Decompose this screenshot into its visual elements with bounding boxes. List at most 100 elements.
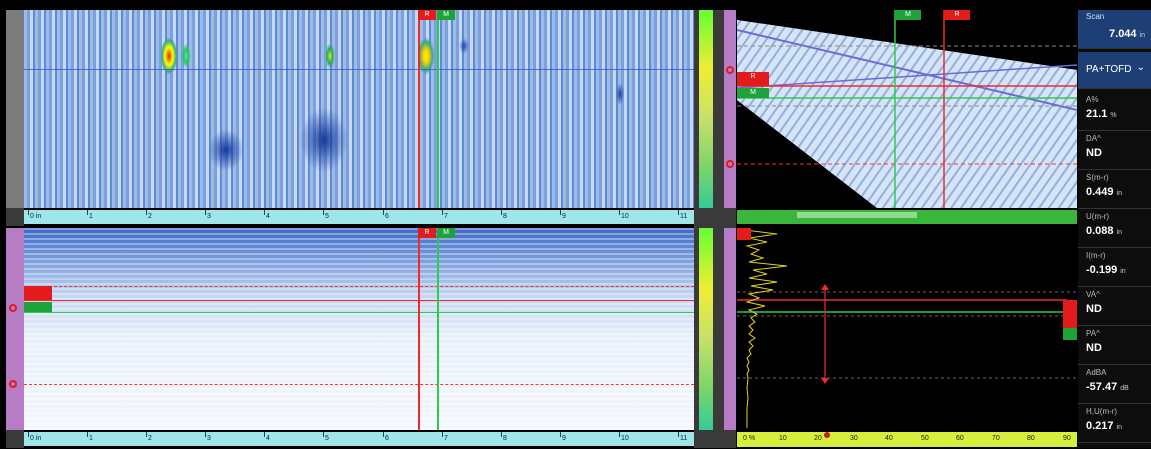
- cscan_scale-tick-label: 10: [621, 213, 629, 220]
- sscan-ruler-marker[interactable]: [726, 66, 734, 74]
- sscan-horizontal-scale: [737, 210, 1077, 224]
- reading-unit: in: [1120, 268, 1126, 275]
- scan-position-readout: Scan 7.044 in: [1078, 10, 1151, 49]
- reading-unit: in: [1116, 424, 1122, 431]
- bscan_scale-tick: [442, 432, 443, 437]
- bscan-measure-hline[interactable]: [24, 312, 694, 313]
- cscan_scale-tick-label: 1: [89, 213, 93, 220]
- reading-item[interactable]: DA^ ND: [1078, 131, 1151, 170]
- ascan_scale-tick-label: 90: [1063, 435, 1071, 442]
- ascan_scale-tick-label: 40: [885, 435, 893, 442]
- ascan_scale-tick-label: 80: [1027, 435, 1035, 442]
- bscan-left-reference-tag[interactable]: [24, 286, 52, 300]
- bscan-color-palette[interactable]: [699, 228, 713, 430]
- reading-item[interactable]: PA^ ND: [1078, 326, 1151, 365]
- reading-value-number: ND: [1086, 147, 1102, 159]
- cscan-reference-cursor[interactable]: [418, 10, 420, 208]
- cscan_scale-tick: [560, 210, 561, 215]
- bscan_scale-tick: [28, 432, 29, 437]
- cscan_scale-tick-label: 2: [148, 213, 152, 220]
- bscan-reference-cursor[interactable]: [418, 228, 420, 430]
- ascan-scale-cursor[interactable]: [824, 432, 830, 438]
- ascan-right-reference-tag[interactable]: [1063, 300, 1077, 328]
- reading-value-number: -0.199: [1086, 264, 1118, 276]
- reading-label: I(m-r): [1086, 251, 1106, 260]
- ascan-view[interactable]: [737, 228, 1077, 430]
- sscan-top-measure-tag[interactable]: M: [895, 10, 921, 20]
- ascan_scale-tick-label: 60: [956, 435, 964, 442]
- bscan_scale-tick: [501, 432, 502, 437]
- bscan-left-measure-tag[interactable]: [24, 302, 52, 312]
- bscan-horizontal-scale: 0 in 1 2 3 4 5 6 7 8 9 10 11: [24, 432, 694, 446]
- reading-item[interactable]: I(m-r) -0.199 in: [1078, 248, 1151, 287]
- bscan_scale-tick: [323, 432, 324, 437]
- bscan_scale-tick: [205, 432, 206, 437]
- bscan-reference-tag[interactable]: R: [418, 228, 436, 238]
- group-select-value: PA+TOFD: [1086, 64, 1132, 75]
- cscan_scale-tick: [442, 210, 443, 215]
- cscan-vertical-ruler: [6, 10, 24, 208]
- bscan-reference-hline[interactable]: [24, 300, 694, 301]
- bscan-measure-tag[interactable]: M: [437, 228, 455, 238]
- group-select[interactable]: PA+TOFD ⌄: [1078, 52, 1151, 89]
- sscan-sector: [737, 10, 1077, 208]
- bscan-measure-cursor[interactable]: [437, 228, 439, 430]
- cscan_scale-tick: [87, 210, 88, 215]
- bscan-view[interactable]: R M: [24, 228, 694, 430]
- ascan-amplitude-scale: 0 % 10 20 30 40 50 60 70 80 90: [737, 432, 1077, 447]
- bscan_scale-tick-label: 7: [444, 435, 448, 442]
- cscan-reference-tag[interactable]: R: [418, 10, 436, 20]
- reading-value: 0.449 in: [1086, 186, 1122, 198]
- reading-value-number: 0.449: [1086, 186, 1114, 198]
- bscan_scale-tick: [264, 432, 265, 437]
- cscan-color-palette[interactable]: [699, 10, 713, 208]
- reading-value-number: 0.217: [1086, 420, 1114, 432]
- chevron-down-icon[interactable]: ⌄: [1137, 62, 1145, 73]
- ascan_scale-tick-label: 0 %: [743, 435, 756, 442]
- scan-unit: in: [1139, 32, 1145, 39]
- reading-item[interactable]: H,U(m-r) 0.217 in: [1078, 404, 1151, 443]
- sscan-measure-tag[interactable]: M: [737, 88, 769, 98]
- bscan_scale-tick-label: 8: [503, 435, 507, 442]
- sscan-view[interactable]: M R R M: [737, 10, 1077, 208]
- bscan_scale-tick-label: 6: [385, 435, 389, 442]
- reading-value-number: ND: [1086, 303, 1102, 315]
- reading-item[interactable]: VA^ ND: [1078, 287, 1151, 326]
- reading-label: U(m-r): [1086, 212, 1110, 221]
- ascan-top-tag[interactable]: [737, 228, 751, 240]
- bscan-ruler-marker-lower[interactable]: [9, 380, 17, 388]
- reading-item[interactable]: U(m-r) 0.088 in: [1078, 209, 1151, 248]
- cscan_scale-tick-label: 5: [325, 213, 329, 220]
- reading-value: -57.47 dB: [1086, 381, 1129, 393]
- reading-value: 0.088 in: [1086, 225, 1122, 237]
- reading-label: PA^: [1086, 329, 1100, 338]
- reading-label: S(m-r): [1086, 173, 1109, 182]
- reading-value-number: 21.1: [1086, 108, 1108, 120]
- sscan-reference-tag[interactable]: R: [737, 72, 769, 86]
- cscan_scale-tick: [146, 210, 147, 215]
- ascan-waveform: [744, 229, 788, 428]
- cscan_scale-tick: [205, 210, 206, 215]
- bscan-ruler-marker[interactable]: [9, 304, 17, 312]
- reading-item[interactable]: S(m-r) 0.449 in: [1078, 170, 1151, 209]
- cscan-horizontal-cursor[interactable]: [24, 69, 694, 70]
- cscan-scale-corner: [6, 208, 24, 226]
- bscan_scale-tick-label: 2: [148, 435, 152, 442]
- cscan-view[interactable]: R M: [24, 10, 694, 208]
- sscan-top-reference-tag[interactable]: R: [944, 10, 970, 20]
- reading-item[interactable]: AdBA -57.47 dB: [1078, 365, 1151, 404]
- ascan-right-measure-tag[interactable]: [1063, 328, 1077, 340]
- cscan-measure-cursor[interactable]: [437, 10, 439, 208]
- scan-value-number: 7.044: [1109, 28, 1137, 40]
- cscan_scale-tick: [678, 210, 679, 215]
- reading-label: A%: [1086, 95, 1099, 104]
- reading-value-number: -57.47: [1086, 381, 1118, 393]
- cscan-measure-tag[interactable]: M: [437, 10, 455, 20]
- reading-value: ND: [1086, 342, 1102, 354]
- cscan-horizontal-scale: 0 in 1 2 3 4 5 6 7 8 9 10 11: [24, 210, 694, 224]
- reading-unit: in: [1116, 229, 1122, 236]
- sscan-ruler-marker-lower[interactable]: [726, 160, 734, 168]
- reading-value: -0.199 in: [1086, 264, 1126, 276]
- cscan_scale-tick: [323, 210, 324, 215]
- reading-item[interactable]: A% 21.1%: [1078, 92, 1151, 131]
